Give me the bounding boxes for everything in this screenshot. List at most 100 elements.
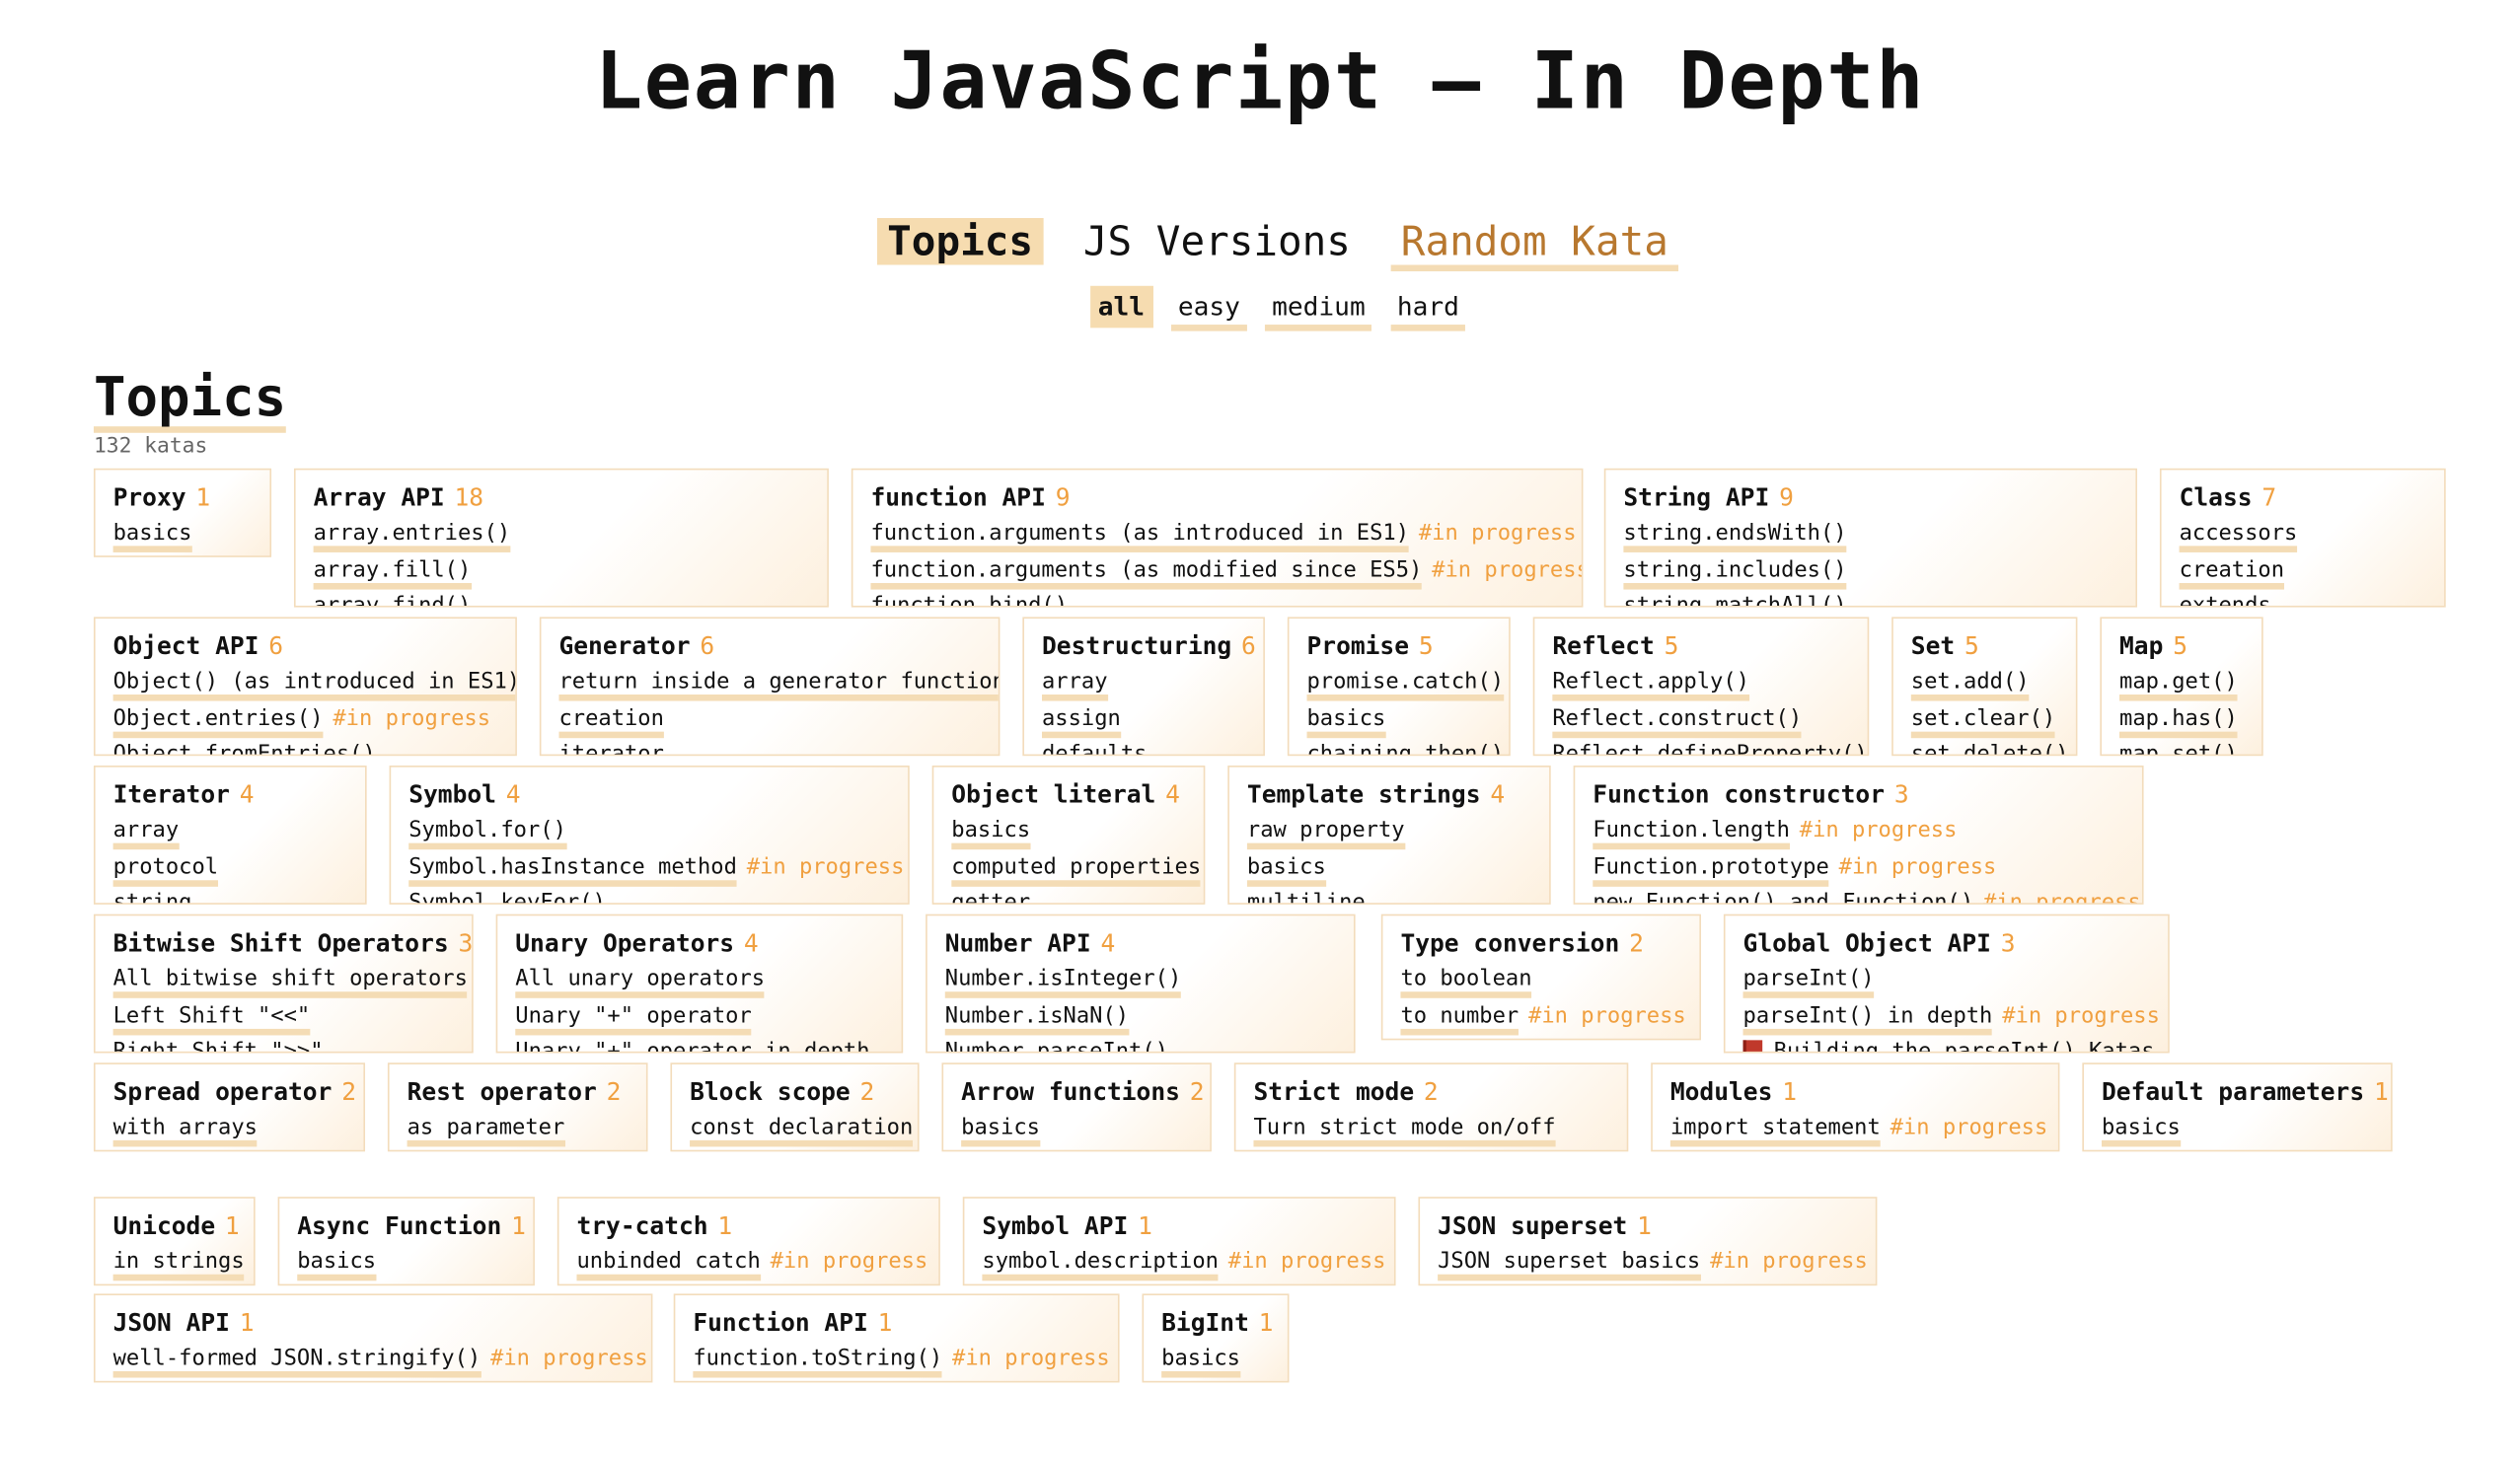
nav-random-kata[interactable]: Random Kata [1390,219,1678,272]
nav-topics[interactable]: Topics [877,218,1043,265]
topic-title[interactable]: Map 5 [2119,628,2244,664]
kata-link[interactable]: chaining then() [1306,741,1504,755]
kata-link[interactable]: creation [558,704,664,738]
kata-link[interactable]: computed properties [951,853,1202,887]
topic-title[interactable]: Promise 5 [1306,628,1491,664]
topic-title[interactable]: BigInt 1 [1161,1305,1273,1341]
kata-link[interactable]: JSON superset basics [1438,1249,1701,1281]
topic-title[interactable]: Destructuring 6 [1042,628,1256,664]
kata-link[interactable]: assign [1041,704,1121,738]
kata-link[interactable]: Number.isNaN() [944,1002,1130,1035]
kata-link[interactable]: iterator [558,741,664,755]
kata-link[interactable]: with strings [113,1151,271,1152]
topic-title[interactable]: String API 9 [1623,479,2117,515]
kata-link[interactable]: Number.isInteger() [944,966,1182,998]
kata-link[interactable]: Unary "+" operator in depth [515,1038,870,1052]
kata-link[interactable]: string.endsWith() [1623,520,1847,552]
kata-link[interactable]: Reflect.defineProperty() [1552,741,1868,755]
kata-link[interactable]: string [112,890,192,904]
kata-link[interactable]: in strings [112,1249,245,1281]
kata-link[interactable]: Right Shift ">>" [112,1038,324,1052]
topic-title[interactable]: try-catch 1 [576,1208,921,1244]
kata-link[interactable]: Reflect.apply() [1552,669,1749,701]
topic-title[interactable]: Iterator 4 [113,776,347,812]
kata-link[interactable]: basics [1161,1345,1241,1378]
kata-link[interactable]: raw property [1246,817,1405,850]
kata-link[interactable]: set.clear() [1910,704,2056,738]
topic-title[interactable]: Unicode 1 [113,1208,240,1244]
kata-link[interactable]: Symbol.keyFor() [408,890,606,904]
kata-link[interactable]: All bitwise shift operators [112,966,468,998]
topic-title[interactable]: Reflect 5 [1552,628,1849,664]
topic-title[interactable]: Array API 18 [314,479,810,515]
topic-title[interactable]: Function API 1 [693,1305,1100,1341]
kata-link[interactable]: Function.prototype [1593,853,1829,887]
topic-title[interactable]: Global Object API 3 [1743,925,2151,961]
kata-link[interactable]: with arrays [112,1114,258,1147]
kata-link[interactable]: accessors [2179,520,2298,552]
topic-title[interactable]: JSON superset 1 [1438,1208,1858,1244]
topic-title[interactable]: Async Function 1 [297,1208,526,1244]
nav-js-versions[interactable]: JS Versions [1074,218,1361,264]
topic-title[interactable]: Type conversion 2 [1400,925,1681,961]
kata-link[interactable]: unbinded catch [576,1249,761,1281]
kata-link[interactable]: let declaration [690,1151,887,1152]
kata-link[interactable]: parseInt() in depth [1742,1002,1993,1035]
kata-link[interactable]: parseInt() [1742,966,1875,998]
kata-link[interactable]: string.includes() [1623,556,1847,589]
kata-link[interactable]: basics [1246,853,1326,887]
kata-link[interactable]: function binding [961,1151,1171,1152]
kata-link[interactable]: Number.parseInt() [944,1038,1168,1052]
kata-link[interactable]: function.arguments (as introduced in ES1… [870,520,1410,552]
kata-link[interactable]: map.set() [2119,741,2238,755]
kata-link[interactable]: creation [2179,556,2285,589]
kata-link[interactable]: array.entries() [313,520,511,552]
kata-link[interactable]: with destructuring [408,1151,644,1152]
topic-title[interactable]: Class 7 [2180,479,2426,515]
kata-link[interactable]: Unary "+" operator [515,1002,752,1035]
kata-link[interactable]: const declaration [690,1114,914,1147]
kata-link[interactable]: to number [1400,1002,1519,1035]
kata-link[interactable]: set.delete() [1910,741,2069,755]
topic-title[interactable]: Modules 1 [1670,1074,2040,1110]
topic-title[interactable]: Symbol 4 [408,776,890,812]
kata-link[interactable]: as parameter [407,1114,565,1147]
kata-link[interactable]: array [1041,669,1108,701]
kata-link[interactable]: Symbol.hasInstance method [408,853,737,887]
topic-title[interactable]: Spread operator 2 [113,1074,356,1110]
filter-hard[interactable]: hard [1390,289,1466,331]
kata-link[interactable]: array.find() [313,592,472,606]
kata-link[interactable]: import statement [1669,1114,1881,1147]
filter-easy[interactable]: easy [1171,289,1247,331]
kata-link[interactable]: Object() (as introduced in ES1) [112,669,516,701]
kata-link[interactable]: function.toString() [693,1345,943,1378]
kata-link[interactable]: basics [961,1114,1040,1147]
topic-title[interactable]: Set 5 [1911,628,2058,664]
kata-link[interactable]: map.get() [2119,669,2238,701]
kata-link[interactable]: array.fill() [313,556,472,589]
kata-link[interactable]: basics [112,520,192,552]
topic-title[interactable]: Arrow functions 2 [961,1074,1204,1110]
kata-link[interactable]: extends [2179,592,2271,606]
filter-medium[interactable]: medium [1265,289,1372,331]
kata-link[interactable]: Turn strict mode on/off [1253,1114,1556,1147]
kata-link[interactable]: well-formed JSON.stringify() [112,1345,482,1378]
topic-title[interactable]: Unary Operators 4 [515,925,883,961]
kata-link[interactable]: to boolean [1400,966,1532,998]
kata-link[interactable]: Reflect.construct() [1552,704,1803,738]
kata-link[interactable]: Symbol.for() [408,817,566,850]
kata-link[interactable]: function.arguments (as modified since ES… [870,556,1423,589]
kata-link[interactable]: function.bind() [870,592,1069,606]
filter-all[interactable]: all [1089,285,1153,329]
kata-link[interactable]: All unary operators [515,966,766,998]
topic-title[interactable]: Number API 4 [945,925,1336,961]
kata-link[interactable]: basics [2101,1114,2181,1147]
kata-link[interactable]: Object.entries() [112,704,324,738]
kata-link[interactable]: promise.catch() [1306,669,1504,701]
topic-title[interactable]: Default parameters 1 [2102,1074,2389,1110]
kata-link[interactable]: new Function() and Function() [1593,890,1974,904]
topic-title[interactable]: Generator 6 [558,628,980,664]
kata-link[interactable]: return inside a generator function [558,669,999,701]
kata-link[interactable]: basics [951,817,1031,850]
topic-title[interactable]: Proxy 1 [113,479,253,515]
